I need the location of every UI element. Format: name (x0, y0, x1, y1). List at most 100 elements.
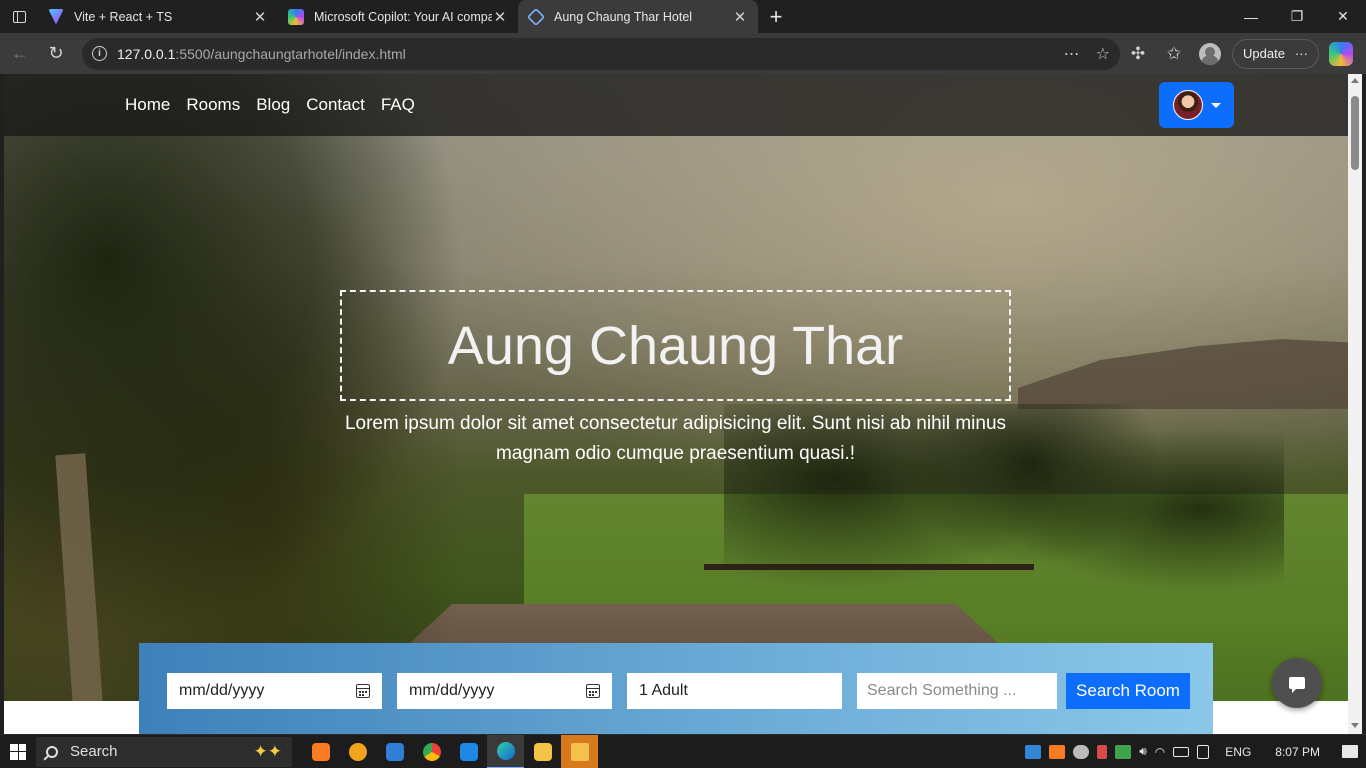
copilot-sidebar-icon[interactable] (1328, 41, 1353, 66)
update-label: Update (1243, 46, 1285, 61)
language-indicator[interactable]: ENG (1225, 745, 1251, 759)
scroll-thumb[interactable] (1351, 96, 1359, 170)
chat-button[interactable] (1272, 658, 1322, 708)
tab-actions-icon (12, 10, 26, 23)
hero-description: Lorem ipsum dolor sit amet consectetur a… (344, 413, 1007, 464)
checkin-placeholder: mm/dd/yyyy (179, 681, 265, 699)
windows-icon (10, 743, 26, 760)
address-bar[interactable]: i 127.0.0.1:5500/aungchaungtarhotel/inde… (82, 37, 1120, 70)
wifi-icon[interactable]: ◠ (1155, 745, 1165, 759)
browser-tab-strip: Vite + React + TS ✕ Microsoft Copilot: Y… (0, 0, 1366, 33)
wsl-app-icon[interactable] (339, 735, 376, 768)
defender-icon[interactable] (1115, 744, 1132, 759)
favorite-star-icon[interactable]: ☆ (1096, 44, 1110, 64)
url-path: :5500/aungchaungtarhotel/index.html (175, 45, 406, 62)
page-icon (526, 7, 546, 26)
vscode-app-icon[interactable] (450, 735, 487, 768)
profile-button[interactable] (1192, 36, 1228, 72)
tray-app-icon[interactable] (1025, 744, 1042, 759)
caret-down-icon (1210, 102, 1221, 108)
xampp-tray-icon[interactable] (1049, 744, 1066, 759)
search-field[interactable] (857, 672, 1057, 709)
more-icon: ··· (1294, 46, 1308, 61)
close-tab-icon[interactable]: ✕ (492, 8, 508, 26)
search-room-button[interactable]: Search Room (1066, 672, 1190, 709)
taskbar-search-label: Search (70, 743, 118, 760)
hero-title: Aung Chaung Thar (447, 315, 904, 376)
user-avatar (1172, 90, 1203, 120)
remote-desktop-app-icon[interactable] (376, 735, 413, 768)
checkout-date-input[interactable]: mm/dd/yyyy (397, 672, 612, 709)
nav-link-blog[interactable]: Blog (256, 95, 290, 115)
battery-icon[interactable] (1173, 746, 1190, 757)
refresh-icon[interactable]: ↻ (38, 36, 74, 72)
site-info-icon[interactable]: i (92, 46, 107, 61)
page-scrollbar[interactable] (1348, 74, 1362, 734)
edge-app-icon[interactable] (487, 734, 524, 768)
back-icon[interactable]: ← (2, 36, 38, 72)
checkin-date-input[interactable]: mm/dd/yyyy (167, 672, 382, 709)
chrome-app-icon[interactable] (413, 735, 450, 768)
read-aloud-icon[interactable]: ⋯ (1064, 44, 1080, 64)
window-controls: — ❐ ✕ (1228, 0, 1366, 33)
extensions-icon[interactable]: ✣ (1120, 36, 1156, 72)
close-window-icon[interactable]: ✕ (1320, 0, 1366, 33)
close-tab-icon[interactable]: ✕ (252, 8, 268, 26)
search-icon (43, 743, 61, 760)
nav-links: Home Rooms Blog Contact FAQ (125, 95, 415, 115)
taskbar-search-box[interactable]: Search ✦✦ (36, 736, 292, 767)
search-input[interactable] (867, 681, 1047, 700)
tab-actions-button[interactable] (0, 0, 38, 33)
url-host: 127.0.0.1 (117, 45, 176, 62)
guests-value: 1 Adult (639, 681, 688, 699)
page-viewport: Home Rooms Blog Contact FAQ Aung Chaung … (4, 74, 1348, 734)
system-tray: 🔊︎ ◠ ENG 8:07 PM (1025, 744, 1366, 759)
speaker-tray-icon[interactable] (1097, 744, 1108, 759)
tab-title: Vite + React + TS (74, 9, 173, 24)
tab-copilot[interactable]: Microsoft Copilot: Your AI compa ✕ (278, 0, 518, 33)
restore-icon[interactable]: ❐ (1274, 0, 1320, 33)
close-tab-icon[interactable]: ✕ (732, 8, 748, 26)
scroll-down-icon[interactable] (1351, 723, 1359, 728)
nav-link-faq[interactable]: FAQ (381, 95, 415, 115)
profile-avatar-icon (1199, 42, 1221, 65)
scroll-up-icon[interactable] (1351, 78, 1359, 83)
tab-aung-chaung-thar[interactable]: Aung Chaung Thar Hotel ✕ (518, 0, 758, 33)
site-navbar: Home Rooms Blog Contact FAQ (4, 74, 1348, 136)
guests-select[interactable]: 1 Adult (627, 672, 842, 709)
booking-bar: mm/dd/yyyy mm/dd/yyyy 1 Adult Search Roo… (139, 643, 1213, 734)
copilot-icon (288, 8, 304, 25)
file-explorer-app-icon[interactable] (524, 735, 561, 768)
nav-link-rooms[interactable]: Rooms (186, 95, 240, 115)
minimize-icon[interactable]: — (1228, 0, 1274, 33)
browser-toolbar: ← ↻ i 127.0.0.1:5500/aungchaungtarhotel/… (0, 33, 1366, 74)
tab-title: Aung Chaung Thar Hotel (554, 9, 693, 24)
pinned-apps (302, 734, 598, 768)
new-tab-button[interactable]: + (758, 0, 794, 33)
hero-title-box: Aung Chaung Thar (340, 290, 1011, 401)
calendar-icon[interactable] (586, 683, 600, 698)
calendar-icon[interactable] (356, 683, 370, 698)
xampp-app-icon[interactable] (302, 735, 339, 768)
url-text[interactable]: 127.0.0.1:5500/aungchaungtarhotel/index.… (117, 46, 1064, 62)
nav-link-home[interactable]: Home (125, 95, 170, 115)
favorites-icon[interactable]: ✩ (1156, 36, 1192, 72)
notification-icon[interactable] (1342, 745, 1358, 758)
sparkle-icon: ✦✦ (253, 741, 283, 761)
volume-icon[interactable]: 🔊︎ (1139, 744, 1147, 759)
chat-icon (1289, 677, 1305, 693)
tab-title: Microsoft Copilot: Your AI compa (314, 9, 492, 24)
update-button[interactable]: Update ··· (1232, 38, 1319, 69)
window-border-right (1362, 74, 1366, 734)
tab-vite[interactable]: Vite + React + TS ✕ (38, 0, 278, 33)
security-app-icon[interactable] (561, 734, 598, 768)
start-button[interactable] (0, 735, 36, 768)
user-profile-dropdown[interactable] (1159, 82, 1234, 128)
clock[interactable]: 8:07 PM (1275, 745, 1320, 759)
onedrive-icon[interactable] (1073, 744, 1090, 759)
windows-taskbar: Search ✦✦ 🔊︎ ◠ ENG 8:07 PM (0, 734, 1366, 768)
nav-link-contact[interactable]: Contact (306, 95, 365, 115)
vite-icon (48, 8, 64, 25)
checkout-placeholder: mm/dd/yyyy (409, 681, 495, 699)
pen-tray-icon[interactable] (1197, 744, 1210, 759)
